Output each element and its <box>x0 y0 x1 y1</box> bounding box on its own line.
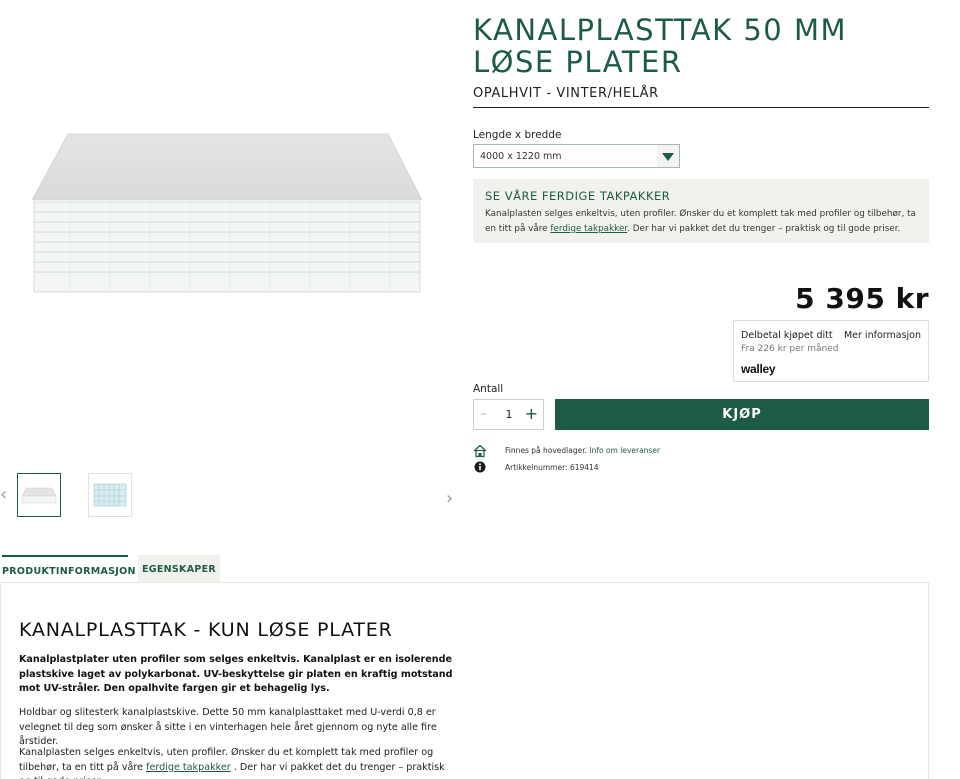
takpakker-link[interactable]: ferdige takpakker <box>550 224 627 234</box>
delivery-info-link[interactable]: Info om leveranser <box>589 446 660 455</box>
product-info: KANALPLASTTAK 50 MM LØSE PLATER OPALHVIT… <box>473 14 929 108</box>
quantity-increase-button[interactable]: + <box>525 404 538 423</box>
content-title: KANALPLASTTAK - KUN LØSE PLATER <box>19 619 393 641</box>
product-main-image[interactable] <box>30 130 425 300</box>
product-tabs: PRODUKTINFORMASJON EGENSKAPER <box>0 555 930 583</box>
promo-text: Kanalplasten selges enkeltvis, uten prof… <box>485 207 917 237</box>
page-title: KANALPLASTTAK 50 MM LØSE PLATER <box>473 13 847 79</box>
thumbnail-2[interactable] <box>88 473 132 517</box>
quantity-stepper: – + <box>473 399 544 430</box>
product-price: 5 395 kr <box>795 282 929 315</box>
warehouse-icon <box>473 444 487 458</box>
quantity-input[interactable] <box>499 408 519 421</box>
availability-row: Finnes på hovedlager. Info om leveranser <box>473 444 873 458</box>
availability-text: Finnes på hovedlager. Info om leveranser <box>505 446 660 455</box>
product-variant: OPALHVIT - VINTER/HELÅR <box>473 86 929 108</box>
content-paragraph-2: Holdbar og slitesterk kanalplastskive. D… <box>19 707 437 747</box>
content-paragraph-3: Kanalplasten selges enkeltvis, uten prof… <box>19 746 459 779</box>
thumbnail-image <box>93 483 127 507</box>
tab-produktinformasjon[interactable]: PRODUKTINFORMASJON <box>2 555 135 583</box>
size-select[interactable]: 4000 x 1220 mm <box>473 144 680 168</box>
promo-box: SE VÅRE FERDIGE TAKPAKKER Kanalplasten s… <box>473 179 929 243</box>
size-label: Lengde x bredde <box>473 129 562 141</box>
info-icon <box>474 461 486 473</box>
tab-content: KANALPLASTTAK - KUN LØSE PLATER Kanalpla… <box>0 582 929 779</box>
walley-widget[interactable]: Delbetal kjøpet ditt Mer informasjon Fra… <box>733 320 929 382</box>
thumbnail-1[interactable] <box>17 473 61 517</box>
walley-monthly-price: Fra 226 kr per måned <box>741 344 839 354</box>
promo-text-after: . Der har vi pakket det du trenger – pra… <box>627 224 901 234</box>
promo-title: SE VÅRE FERDIGE TAKPAKKER <box>485 189 671 203</box>
quantity-decrease-button[interactable]: – <box>480 406 487 422</box>
size-select-value: 4000 x 1220 mm <box>480 151 562 162</box>
dropdown-arrow-icon <box>657 145 679 167</box>
walley-more-info-link[interactable]: Mer informasjon <box>844 330 921 341</box>
chevron-left-icon[interactable]: ‹ <box>0 484 7 505</box>
article-number-row: Artikkelnummer: 619414 <box>473 461 873 475</box>
content-paragraph-1: Kanalplastplater uten profiler som selge… <box>19 654 453 694</box>
content-takpakker-link[interactable]: ferdige takpakker <box>146 762 231 773</box>
product-gallery: ‹ › <box>0 0 460 530</box>
walley-logo: walley <box>741 362 776 376</box>
availability-status: Finnes på hovedlager. <box>505 446 587 455</box>
article-number: Artikkelnummer: 619414 <box>505 463 599 472</box>
thumbnail-image <box>21 487 57 504</box>
quantity-label: Antall <box>473 383 504 395</box>
walley-title: Delbetal kjøpet ditt <box>741 330 833 341</box>
chevron-right-icon[interactable]: › <box>446 488 453 509</box>
buy-button[interactable]: KJØP <box>555 399 929 430</box>
tab-egenskaper[interactable]: EGENSKAPER <box>138 555 220 583</box>
